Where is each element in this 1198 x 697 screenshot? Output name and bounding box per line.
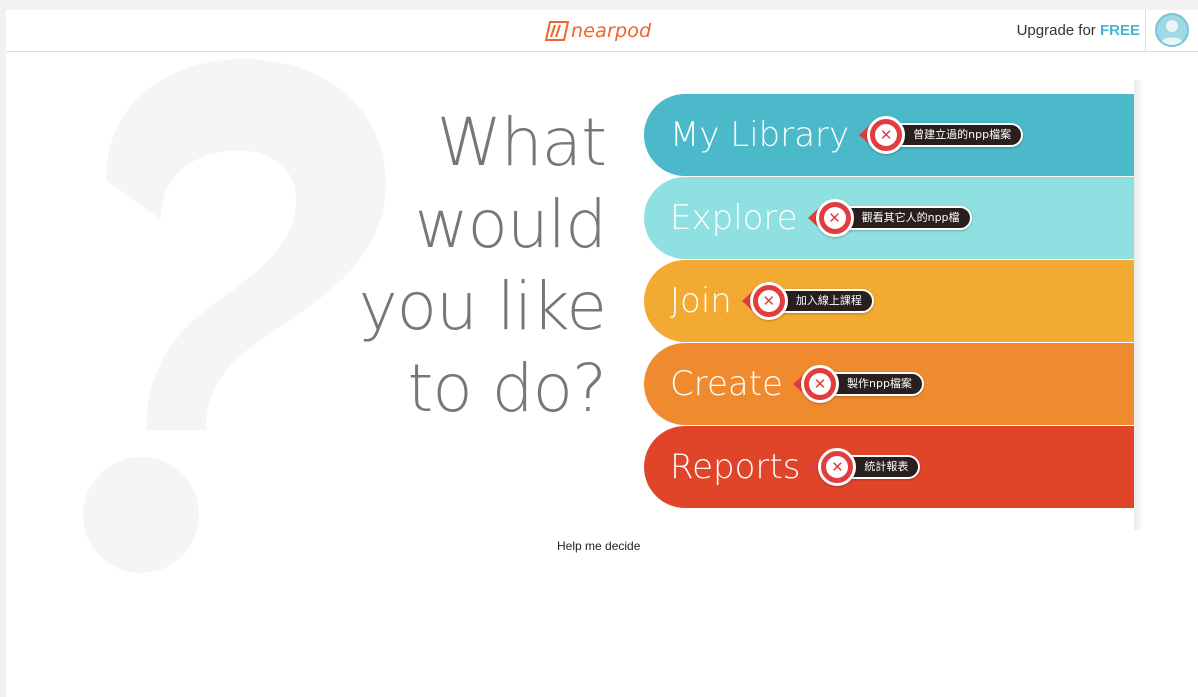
menu-reports[interactable]: Reports ✕ 統計報表 (644, 426, 1134, 508)
annotation-tag: ✕ 製作npp檔案 (792, 365, 924, 403)
upgrade-free: FREE (1099, 22, 1140, 39)
menu-label: Create (670, 364, 783, 404)
main-menu: My Library ✕ 曾建立過的npp檔案 Explore ✕ 觀看其它人的… (644, 94, 1134, 509)
x-mark-icon: ✕ (749, 282, 788, 320)
help-me-decide-link[interactable]: Help me decide (557, 539, 640, 553)
annotation-tag: ✕ 統計報表 (810, 448, 921, 486)
menu-create[interactable]: Create ✕ 製作npp檔案 (644, 343, 1134, 425)
nearpod-logo[interactable]: nearpod (544, 19, 651, 43)
menu-label: Explore (670, 198, 798, 238)
top-bar: nearpod Upgrade for FREE (6, 10, 1198, 52)
annotation-note: 觀看其它人的npp檔 (841, 206, 972, 230)
menu-label: My Library (670, 115, 850, 155)
annotation-tag: ✕ 曾建立過的npp檔案 (859, 116, 1024, 154)
headline-line: you like (358, 268, 607, 345)
annotation-note: 曾建立過的npp檔案 (893, 123, 1024, 147)
x-mark-icon: ✕ (818, 448, 857, 486)
logo-text: nearpod (571, 20, 652, 42)
user-icon (1160, 20, 1184, 45)
app-window: nearpod Upgrade for FREE What would you … (6, 10, 1198, 697)
upgrade-link[interactable]: Upgrade for FREE (1017, 22, 1140, 39)
headline-line: would (414, 186, 607, 263)
annotation-note: 製作npp檔案 (826, 372, 924, 396)
menu-label: Reports (670, 447, 801, 487)
menu-join[interactable]: Join ✕ 加入線上課程 (644, 260, 1134, 342)
menu-label: Join (670, 281, 732, 321)
nearpod-logo-icon (544, 21, 570, 41)
x-mark-icon: ✕ (800, 365, 839, 403)
upgrade-prefix: Upgrade for (1016, 22, 1100, 39)
header-divider (1145, 10, 1146, 52)
menu-explore[interactable]: Explore ✕ 觀看其它人的npp檔 (644, 177, 1134, 259)
avatar[interactable] (1155, 13, 1189, 47)
x-mark-icon: ✕ (815, 199, 854, 237)
annotation-note: 加入線上課程 (775, 289, 874, 313)
annotation-tag: ✕ 加入線上課程 (741, 282, 874, 320)
page-headline: What would you like to do? (206, 102, 607, 430)
menu-my-library[interactable]: My Library ✕ 曾建立過的npp檔案 (644, 94, 1134, 176)
annotation-tag: ✕ 觀看其它人的npp檔 (807, 199, 972, 237)
headline-line: to do? (407, 350, 607, 427)
x-mark-icon: ✕ (867, 116, 906, 154)
menu-edge-shadow (1134, 80, 1144, 530)
headline-line: What (436, 104, 607, 181)
